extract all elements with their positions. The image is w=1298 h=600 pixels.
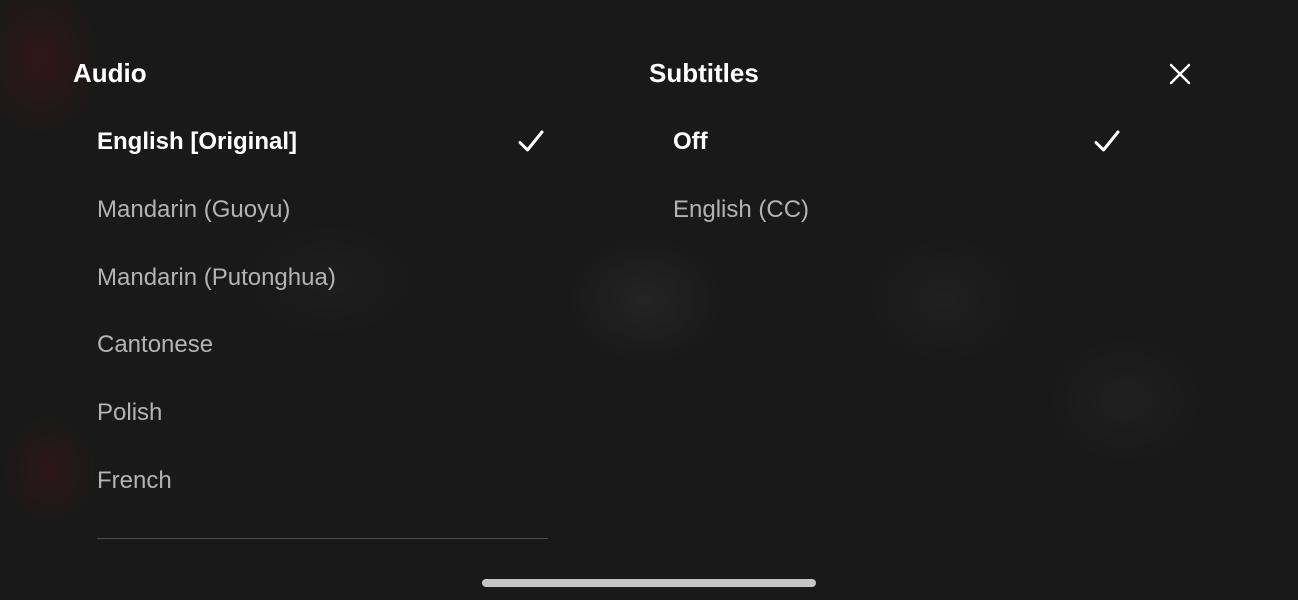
audio-option-english-original[interactable]: English [Original] — [97, 122, 548, 162]
close-icon — [1169, 63, 1191, 85]
subtitles-option-english-cc[interactable]: English (CC) — [673, 190, 1124, 230]
subtitles-option-label: English (CC) — [673, 196, 810, 223]
audio-option-cantonese[interactable]: Cantonese — [97, 325, 548, 365]
audio-option-label: Polish — [97, 399, 163, 426]
check-icon — [518, 130, 544, 152]
audio-option-polish[interactable]: Polish — [97, 393, 548, 433]
audio-option-label: English [Original] — [97, 128, 298, 155]
video-backdrop — [0, 0, 1298, 600]
close-button[interactable] — [1164, 58, 1196, 90]
subtitles-option-off[interactable]: Off — [673, 122, 1124, 162]
check-icon — [1094, 130, 1120, 152]
subtitles-option-label: Off — [673, 128, 708, 155]
audio-option-mandarin-putonghua[interactable]: Mandarin (Putonghua) — [97, 258, 548, 298]
audio-option-label: French — [97, 467, 172, 494]
home-indicator — [482, 579, 816, 587]
subtitles-title: Subtitles — [649, 58, 759, 88]
audio-list-divider — [97, 538, 548, 539]
audio-title: Audio — [73, 58, 147, 88]
audio-option-label: Mandarin (Putonghua) — [97, 264, 336, 291]
audio-option-label: Cantonese — [97, 331, 214, 358]
audio-option-mandarin-guoyu[interactable]: Mandarin (Guoyu) — [97, 190, 548, 230]
audio-option-label: Mandarin (Guoyu) — [97, 196, 291, 223]
audio-option-french[interactable]: French — [97, 461, 548, 501]
